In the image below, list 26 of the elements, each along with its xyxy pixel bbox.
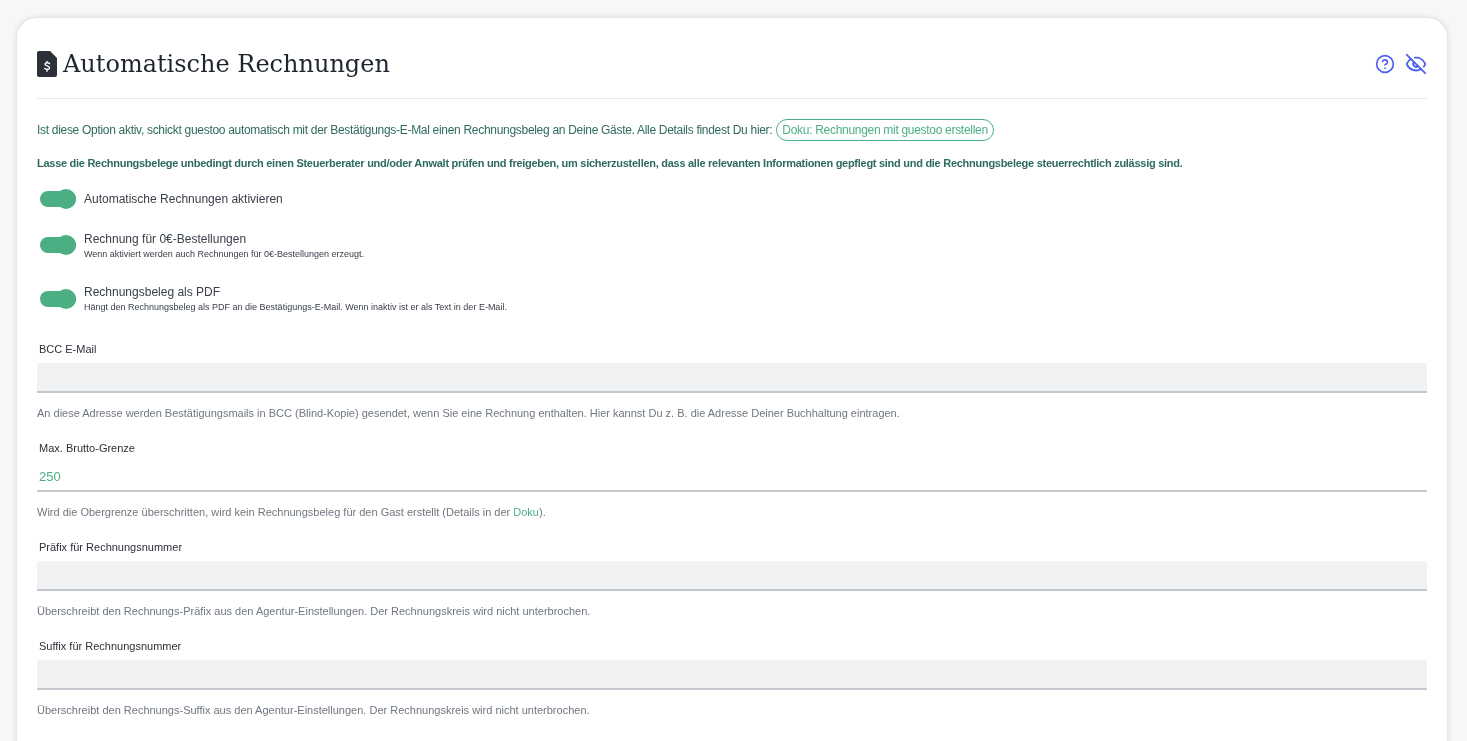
help-text: Wird die Obergrenze überschritten, wird kein Rechnungsbeleg für den Gast erstellt (Details in der Doku). (37, 505, 547, 520)
toggle-hint: Wenn aktiviert werden auch Rechnungen für 0€-Bestellungen erzeugt. (84, 247, 364, 261)
toggle-label: Rechnungsbeleg als PDF (84, 284, 222, 301)
toggle-switch[interactable] (40, 237, 76, 254)
page-title: Automatische Rechnungen (63, 49, 390, 80)
invoice-icon (37, 51, 57, 77)
intro-text: Ist diese Option aktiv, schickt guestoo automatisch mit der Bestätigungs-E-Mal einen Rechnungsbeleg an Deine Gäste. Alle Details findest Du hier: (37, 122, 773, 139)
help-text: Überschreibt den Rechnungs-Suffix aus den Agentur-Einstellungen. Der Rechnungskreis wird nicht unterbrochen. (37, 703, 591, 718)
input-field[interactable] (37, 660, 1427, 690)
help-text: An diese Adresse werden Bestätigungsmails in BCC (Blind-Kopie) gesendet, wenn Sie eine Rechnung enthalten. Hier kannst Du z. B. die Adresse Deiner Buchhaltung eintragen. (37, 406, 901, 421)
toggle-label: Automatische Rechnungen aktivieren (84, 190, 283, 208)
toggle-label: Rechnung für 0€-Bestellungen (84, 230, 248, 248)
field-label: Suffix für Rechnungsnummer (38, 638, 183, 654)
hidden-eye-icon[interactable] (1405, 53, 1427, 75)
input-field[interactable] (37, 363, 1427, 393)
field-label: Max. Brutto-Grenze (38, 440, 136, 456)
toggle-switch[interactable] (40, 190, 76, 207)
help-text: Überschreibt den Rechnungs-Präfix aus den Agentur-Einstellungen. Der Rechnungskreis wird nicht unterbrochen. (37, 604, 592, 619)
field-label: Präfix für Rechnungsnummer (38, 539, 184, 555)
toggle-hint: Hängt den Rechnungsbeleg als PDF an die Bestätigungs-E-Mail. Wenn inaktiv ist er als Text in der E-Mail. (84, 301, 507, 314)
toggle-switch[interactable] (40, 290, 76, 307)
help-icon[interactable] (1375, 54, 1395, 74)
field-label: BCC E-Mail (38, 341, 98, 357)
doku-link[interactable]: Doku (513, 506, 539, 518)
warning-text: Lasse die Rechnungsbelege unbedingt durch einen Steuerberater und/oder Anwalt prüfen und freigeben, um sicherzustellen, dass alle relevanten Informationen gepflegt sind und die Rechnungsbelege steuerrechtlich zulässig sind. (37, 156, 1184, 171)
input-field[interactable] (37, 561, 1427, 591)
